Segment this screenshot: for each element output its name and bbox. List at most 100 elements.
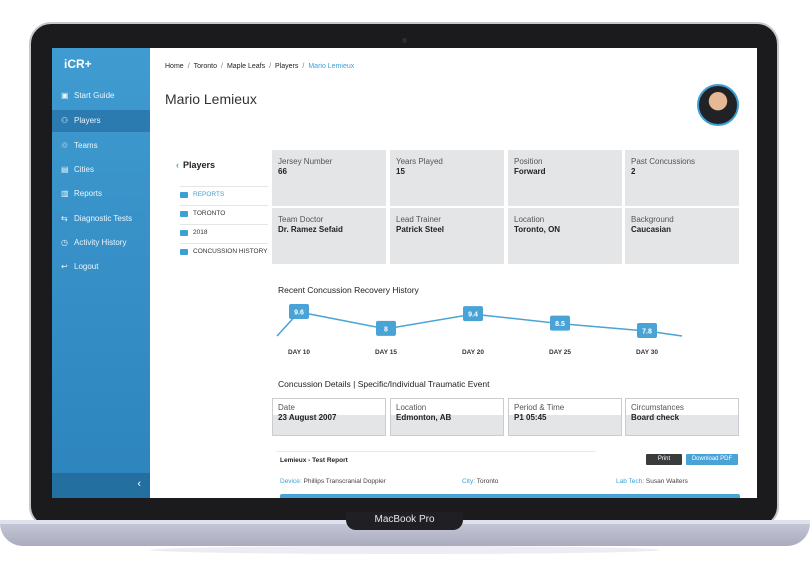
chevron-left-icon: ‹ [137,478,141,490]
folder-label: TORONTO [193,210,226,217]
logout-icon: ↩ [61,262,68,271]
info-value: 2 [631,167,636,176]
sidebar-item-cities[interactable]: ▤ Cities [52,159,150,181]
folder-2018[interactable]: 2018 [180,224,268,243]
sidebar-item-reports[interactable]: ▥ Reports [52,183,150,205]
info-label: Years Played [396,157,443,166]
report-city: City: Toronto [462,478,498,485]
x-tick-label: DAY 10 [288,349,310,356]
detail-label: Circumstances [631,403,684,412]
data-label: 9.4 [468,312,478,319]
folder-concussion-history[interactable]: CONCUSSION HISTORY [180,243,268,266]
info-past-concussions: Past Concussions 2 [625,150,739,206]
detail-circumstances: Circumstances Board check [625,398,739,436]
detail-value: Board check [631,413,680,422]
recovery-line-chart: 9.6 DAY 10 8 DAY 15 9.4 DAY 20 8.5 DAY 25 7.8 DAY… [276,304,683,356]
detail-value: P1 05:45 [514,413,547,422]
panel-back-link[interactable]: ‹ Players [176,160,215,170]
data-label: 9.6 [294,310,304,317]
meta-key: Lab Tech: [616,478,645,485]
sidebar: iCR+ ▣ Start Guide ⚇ Players ♲ Teams ▤ C… [52,48,150,498]
sidebar-item-label: Activity History [74,238,127,247]
meta-value: Toronto [476,478,499,485]
info-label: Jersey Number [278,157,333,166]
sidebar-item-start-guide[interactable]: ▣ Start Guide [52,85,150,107]
info-label: Background [631,215,674,224]
breadcrumb-current: Mario Lemieux [308,63,355,70]
folder-toronto[interactable]: TORONTO [180,205,268,224]
camera-dot [402,38,407,43]
report-device: Device: Phillips Transcranial Doppler [280,478,386,485]
info-team-doctor: Team Doctor Dr. Ramez Sefaid [272,208,386,264]
meta-value: Susan Walters [645,478,688,485]
breadcrumb-toronto[interactable]: Toronto [194,63,217,70]
info-background: Background Caucasian [625,208,739,264]
breadcrumb: Home / Toronto / Maple Leafs / Players / Mario L… [165,63,355,70]
detail-label: Location [396,403,427,412]
data-point: 9.6 [289,304,309,319]
info-value: Caucasian [631,225,672,234]
info-label: Lead Trainer [396,215,441,224]
page-title: Mario Lemieux [165,91,257,107]
history-icon: ◷ [61,238,68,247]
breadcrumb-players[interactable]: Players [275,63,298,70]
data-label: 7.8 [642,329,652,336]
report-title: Lemieux - Test Report [280,457,348,464]
breadcrumb-maple-leafs[interactable]: Maple Leafs [227,63,265,70]
info-value: Forward [514,167,546,176]
x-tick-label: DAY 15 [375,349,397,356]
app-screen: iCR+ ▣ Start Guide ⚇ Players ♲ Teams ▤ C… [52,48,757,498]
swap-arrows-icon: ⇆ [61,214,68,223]
sidebar-item-label: Teams [74,141,98,150]
document-icon: ▥ [61,189,69,198]
folder-label: REPORTS [193,191,225,198]
sidebar-item-players[interactable]: ⚇ Players [52,110,150,132]
breadcrumb-home[interactable]: Home [165,63,184,70]
sidebar-item-teams[interactable]: ♲ Teams [52,135,150,157]
detail-date: Date 23 August 2007 [272,398,386,436]
sidebar-item-label: Reports [74,189,103,198]
info-jersey-number: Jersey Number 66 [272,150,386,206]
detail-value: 23 August 2007 [278,413,337,422]
sidebar-item-logout[interactable]: ↩ Logout [52,256,150,278]
model-label: MacBook Pro [374,514,435,525]
sidebar-collapse-button[interactable]: ‹ [52,473,150,498]
data-label: 8.5 [555,321,565,328]
info-lead-trainer: Lead Trainer Patrick Steel [390,208,504,264]
book-icon: ▣ [61,91,69,100]
sidebar-item-activity-history[interactable]: ◷ Activity History [52,232,150,254]
print-button[interactable]: Print [646,454,682,465]
x-tick-label: DAY 30 [636,349,658,356]
meta-key: Device: [280,478,302,485]
detail-label: Date [278,403,295,412]
app-logo: iCR+ [64,57,92,71]
folder-reports[interactable]: REPORTS [180,186,268,205]
folder-icon [180,230,188,236]
building-icon: ▤ [61,165,69,174]
data-label: 8 [384,326,388,333]
sidebar-item-label: Diagnostic Tests [74,214,133,223]
info-years-played: Years Played 15 [390,150,504,206]
folder-icon [180,192,188,198]
info-label: Past Concussions [631,157,696,166]
avatar[interactable] [697,84,739,126]
sidebar-item-label: Start Guide [74,91,115,100]
info-value: 66 [278,167,287,176]
x-tick-label: DAY 20 [462,349,484,356]
info-label: Location [514,215,545,224]
info-label: Position [514,157,543,166]
report-progress-strip [280,494,740,498]
laptop-shadow [150,546,660,554]
meta-value: Phillips Transcranial Doppler [303,478,386,485]
sidebar-item-label: Players [74,116,101,125]
download-pdf-button[interactable]: Download PDF [686,454,738,465]
detail-location: Location Edmonton, AB [390,398,504,436]
meta-key: City: [462,478,475,485]
detail-period-time: Period & Time P1 05:45 [508,398,622,436]
folder-label: CONCUSSION HISTORY [193,248,268,255]
x-tick-label: DAY 25 [549,349,571,356]
folder-icon [180,211,188,217]
info-label: Team Doctor [278,215,324,224]
sidebar-item-diagnostic-tests[interactable]: ⇆ Diagnostic Tests [52,208,150,230]
recycle-icon: ♲ [61,141,69,150]
